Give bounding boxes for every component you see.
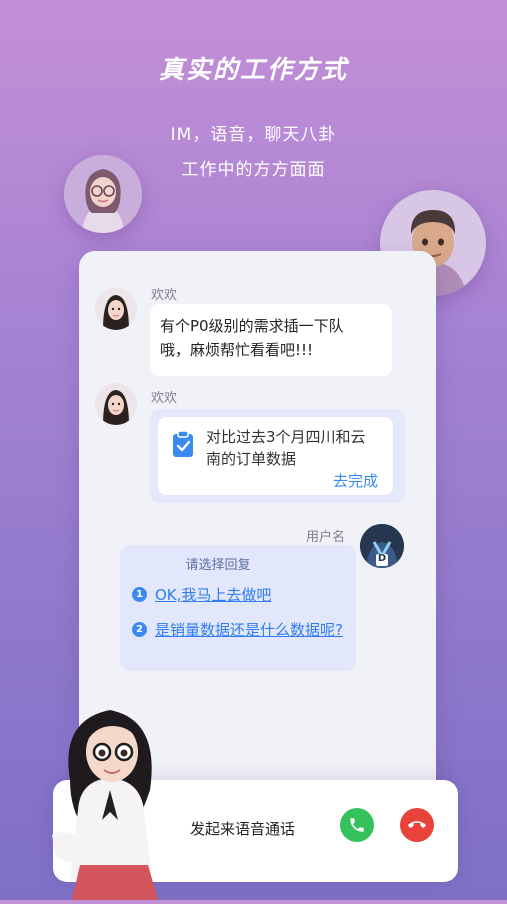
user-name: 用户名	[306, 530, 346, 545]
woman-avatar-icon	[64, 155, 142, 233]
floating-avatar-woman	[64, 155, 142, 233]
girl-character-icon	[52, 710, 158, 900]
user-avatar: D	[360, 524, 404, 568]
task-text: 对比过去3个月四川和云 南的订单数据	[206, 426, 366, 470]
subtitle-line-1: IM，语音，聊天八卦	[170, 125, 337, 145]
user-badge-letter: D	[377, 553, 387, 564]
phone-icon	[350, 818, 364, 832]
message1-text-line1: 有个P0级别的需求插一下队	[160, 317, 344, 335]
reply-option-2[interactable]: 2 是销量数据还是什么数据呢?	[132, 619, 343, 640]
decline-call-button[interactable]	[400, 808, 434, 842]
reply-option-2-number: 2	[132, 622, 147, 637]
reply-prompt: 请选择回复	[185, 558, 251, 573]
task-text-line2: 南的订单数据	[206, 450, 297, 468]
hang-up-icon	[408, 821, 426, 828]
reply-option-1-number: 1	[132, 587, 147, 602]
message1-text-line2: 哦，麻烦帮忙看看吧!!!	[160, 341, 314, 359]
girl-avatar-icon	[95, 288, 137, 330]
task-action-link[interactable]: 去完成	[333, 470, 378, 491]
task-text-line1: 对比过去3个月四川和云	[206, 428, 366, 446]
accept-call-button[interactable]	[340, 808, 374, 842]
reply-option-2-text[interactable]: 是销量数据还是什么数据呢?	[155, 619, 343, 640]
avatar-huanhuan-2	[95, 383, 137, 425]
girl-avatar-icon	[95, 383, 137, 425]
reply-option-1-text[interactable]: OK,我马上去做吧	[155, 584, 271, 605]
avatar-huanhuan	[95, 288, 137, 330]
call-label: 发起来语音通话	[190, 820, 296, 838]
message2-sender: 欢欢	[151, 391, 178, 406]
page-title: 真实的工作方式	[158, 55, 348, 84]
message1-bubble: 有个P0级别的需求插一下队 哦，麻烦帮忙看看吧!!!	[150, 304, 392, 376]
message1-sender: 欢欢	[151, 288, 178, 303]
clipboard-check-icon	[171, 430, 195, 458]
character-illustration	[40, 660, 180, 900]
reply-option-1[interactable]: 1 OK,我马上去做吧	[132, 584, 271, 605]
